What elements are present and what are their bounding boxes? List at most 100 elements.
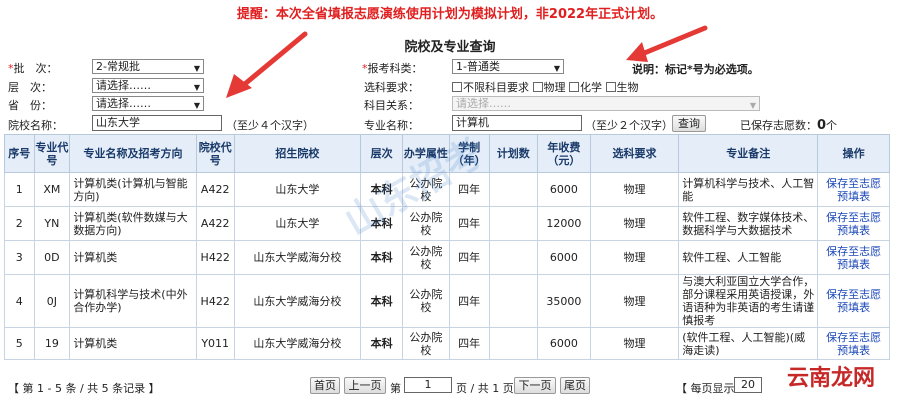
notice-banner: 提醒：本次全省填报志愿演练使用计划为模拟计划，非2022年正式计划。: [236, 7, 664, 22]
column-header: 院校代号: [195, 134, 235, 173]
table-row: 5 19 计算机类 Y011 山东大学威海分校 本科 公办院校 四年 6000 …: [4, 327, 890, 360]
cell-req: 物理: [589, 172, 680, 207]
cell-school-code: Y011: [195, 327, 235, 360]
batch-label: *批 次：: [8, 62, 58, 75]
column-header: 年收费（元）: [537, 134, 591, 173]
save-to-form-link[interactable]: 保存至志愿预填表: [817, 172, 890, 207]
save-to-form-link[interactable]: 保存至志愿预填表: [817, 240, 890, 275]
query-button[interactable]: 查询: [672, 115, 706, 132]
last-page-button[interactable]: 尾页: [560, 377, 590, 394]
school-name-label: 院校名称：: [8, 119, 63, 132]
cell-code: 0D: [33, 240, 71, 275]
subject-req-option[interactable]: 不限科目要求: [452, 81, 529, 94]
column-header: 招生院校: [233, 134, 362, 173]
save-to-form-link[interactable]: 保存至志愿预填表: [817, 327, 890, 360]
cell-school-code: A422: [195, 172, 235, 207]
batch-select[interactable]: 2-常规批 ▼: [92, 59, 204, 74]
cell-no: 1: [4, 172, 35, 207]
province-select[interactable]: 请选择…… ▼: [92, 96, 204, 111]
cell-plan: [488, 274, 539, 328]
cell-req: 物理: [589, 240, 680, 275]
major-name-hint: （至少２个汉字）: [585, 119, 673, 132]
column-header: 专业名称及招考方向: [69, 134, 197, 173]
chevron-down-icon: ▼: [553, 64, 560, 73]
red-arrow-right-icon: [626, 25, 708, 62]
subject-rel-select[interactable]: 请选择…… ▼: [452, 96, 760, 111]
next-page-button[interactable]: 下一页: [514, 377, 556, 394]
red-arrow-left-icon: [226, 31, 308, 98]
cell-major: 计算机类: [69, 240, 197, 275]
first-page-button[interactable]: 首页: [310, 377, 340, 394]
subject-type-label: *报考科类：: [362, 62, 423, 75]
subject-req-option[interactable]: 化学: [569, 81, 602, 94]
required-note: 说明：标记*号为必选项。: [632, 63, 759, 76]
subject-req-label: 选科要求：: [364, 81, 419, 94]
cell-no: 4: [4, 274, 35, 328]
cell-attr: 公办院校: [402, 327, 450, 360]
cell-remark: 软件工程、人工智能: [678, 240, 819, 275]
column-header: 专业代号: [33, 134, 71, 173]
chevron-down-icon: ▼: [193, 83, 200, 92]
cell-req: 物理: [589, 206, 680, 241]
page-number-input[interactable]: 1: [404, 377, 452, 393]
table-row: 4 0J 计算机科学与技术(中外合作办学) H422 山东大学威海分校 本科 公…: [4, 274, 890, 328]
cell-major: 计算机类(计算机与智能方向): [69, 172, 197, 207]
province-label: 省 份：: [8, 99, 52, 112]
page-title: 院校及专业查询: [404, 40, 496, 55]
subject-req-option[interactable]: 物理: [532, 81, 566, 94]
page-prefix: 第: [390, 382, 401, 395]
corner-watermark: 云南龙网: [766, 360, 896, 398]
cell-remark: 软件工程、数字媒体技术、数据科学与大数据技术: [678, 206, 819, 241]
cell-code: XM: [33, 172, 71, 207]
column-header: 专业备注: [678, 134, 819, 173]
chevron-down-icon: ▼: [193, 101, 200, 110]
column-header: 序号: [4, 134, 35, 173]
cell-school-code: H422: [195, 274, 235, 328]
cell-years: 四年: [448, 274, 490, 328]
column-header: 操作: [817, 134, 890, 173]
cell-code: 0J: [33, 274, 71, 328]
level-label: 层 次：: [8, 81, 52, 94]
cell-school-code: H422: [195, 240, 235, 275]
cell-major: 计算机类: [69, 327, 197, 360]
cell-req: 物理: [589, 327, 680, 360]
school-name-input[interactable]: 山东大学: [92, 115, 222, 131]
save-to-form-link[interactable]: 保存至志愿预填表: [817, 206, 890, 241]
chevron-down-icon: ▼: [193, 64, 200, 73]
cell-req: 物理: [589, 274, 680, 328]
school-name-hint: （至少４个汉字）: [226, 119, 314, 132]
save-to-form-link[interactable]: 保存至志愿预填表: [817, 274, 890, 328]
cell-remark: 计算机科学与技术、人工智能: [678, 172, 819, 207]
page-suffix: 页 / 共 1 页: [456, 382, 514, 395]
cell-plan: [488, 327, 539, 360]
cell-fee: 6000: [537, 327, 591, 360]
column-header: 选科要求: [589, 134, 680, 173]
cell-fee: 6000: [537, 240, 591, 275]
subject-req-options: 不限科目要求 物理 化学 生物: [452, 79, 639, 95]
cell-code: 19: [33, 327, 71, 360]
cell-no: 3: [4, 240, 35, 275]
cell-major: 计算机科学与技术(中外合作办学): [69, 274, 197, 328]
cell-plan: [488, 240, 539, 275]
cell-no: 5: [4, 327, 35, 360]
per-page-input[interactable]: 20: [734, 377, 762, 393]
cell-school-code: A422: [195, 206, 235, 241]
saved-count: 已保存志愿数：0个: [740, 118, 838, 133]
subject-rel-label: 科目关系：: [364, 99, 419, 112]
cell-school: 山东大学威海分校: [233, 240, 362, 275]
cell-fee: 6000: [537, 172, 591, 207]
cell-remark: (软件工程、人工智能)(威海走读): [678, 327, 819, 360]
prev-page-button[interactable]: 上一页: [344, 377, 386, 394]
cell-no: 2: [4, 206, 35, 241]
cell-school: 山东大学威海分校: [233, 327, 362, 360]
pager-summary: 【 第 1 - 5 条 / 共 5 条记录 】: [8, 382, 160, 395]
chevron-down-icon: ▼: [749, 101, 756, 110]
cell-major: 计算机类(软件数媒与大数据方向): [69, 206, 197, 241]
cell-remark: 与澳大利亚国立大学合作，部分课程采用英语授课，外语语种为非英语的考生请谨慎报考: [678, 274, 819, 328]
cell-level: 本科: [360, 327, 404, 360]
cell-school: 山东大学威海分校: [233, 274, 362, 328]
cell-years: 四年: [448, 327, 490, 360]
subject-type-select[interactable]: 1-普通类 ▼: [452, 59, 564, 74]
level-select[interactable]: 请选择…… ▼: [92, 78, 204, 93]
subject-req-option[interactable]: 生物: [605, 81, 639, 94]
